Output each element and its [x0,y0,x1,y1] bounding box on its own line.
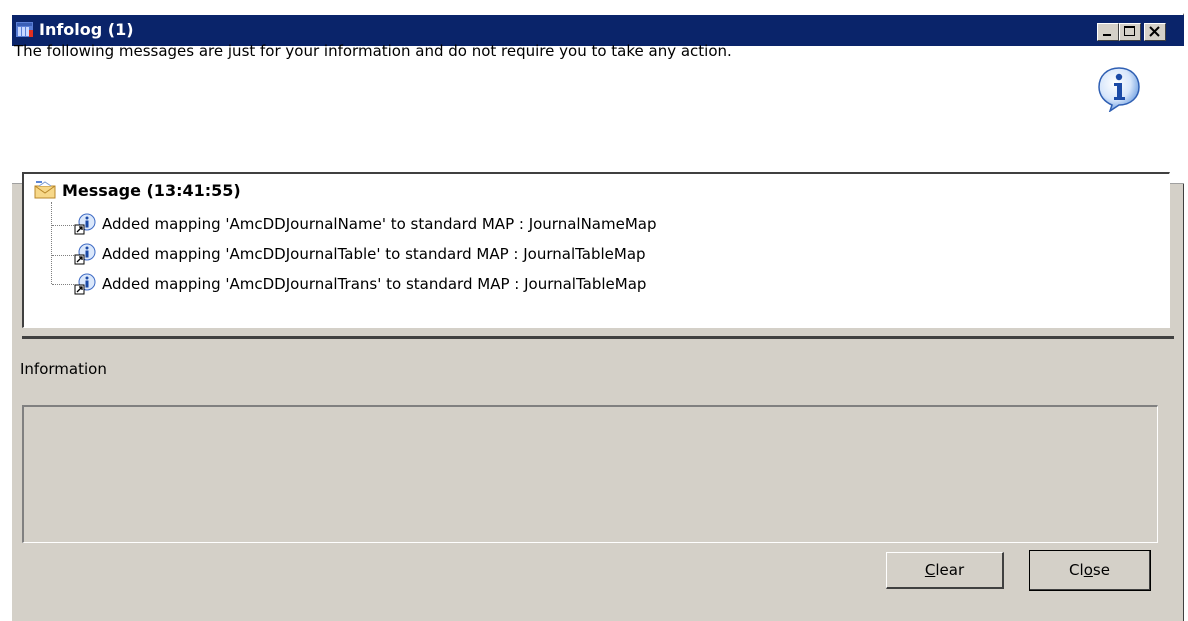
tree-connector [51,202,52,284]
envelope-icon [34,181,56,199]
info-shortcut-icon [74,273,96,295]
tree-connector [52,225,74,226]
close-mnemonic: o [1083,561,1093,579]
clear-button[interactable]: Clear [886,552,1004,589]
information-label: Information [20,360,107,378]
close-icon [1149,26,1160,37]
tree-item-label: Added mapping 'AmcDDJournalTrans' to sta… [102,275,647,293]
info-shortcut-icon [74,213,96,235]
close-label-part: se [1092,561,1110,579]
clear-mnemonic: C [924,561,936,579]
tree-connector [52,255,74,256]
close-window-button[interactable] [1144,23,1166,41]
tree-item-label: Added mapping 'AmcDDJournalName' to stan… [102,215,657,233]
panel-splitter[interactable] [22,336,1174,339]
clear-label-part: lear [935,561,965,579]
tree-item[interactable]: Added mapping 'AmcDDJournalName' to stan… [74,213,657,235]
tree-item[interactable]: Added mapping 'AmcDDJournalTrans' to sta… [74,273,646,295]
info-shortcut-icon [74,243,96,265]
tree-item[interactable]: Added mapping 'AmcDDJournalTable' to sta… [74,243,646,265]
minimize-icon [1103,34,1111,36]
tree-root-label: Message (13:41:55) [62,180,241,200]
maximize-button[interactable] [1119,23,1141,41]
tree-root-item[interactable]: Message (13:41:55) [34,179,241,201]
close-button[interactable]: Close [1029,550,1151,591]
information-box[interactable] [22,405,1158,543]
tree-connector [52,284,74,285]
app-icon [16,22,33,37]
window-title: Infolog (1) [39,20,134,39]
minimize-button[interactable] [1097,23,1119,41]
close-label-part: Cl [1069,561,1084,579]
message-tree[interactable]: Message (13:41:55) Added mapping 'AmcDDJ… [22,172,1170,328]
info-message: The following messages are just for your… [14,42,732,60]
tree-item-label: Added mapping 'AmcDDJournalTable' to sta… [102,245,646,263]
info-icon [1098,67,1140,112]
maximize-icon [1124,26,1135,36]
info-header [12,46,1184,184]
